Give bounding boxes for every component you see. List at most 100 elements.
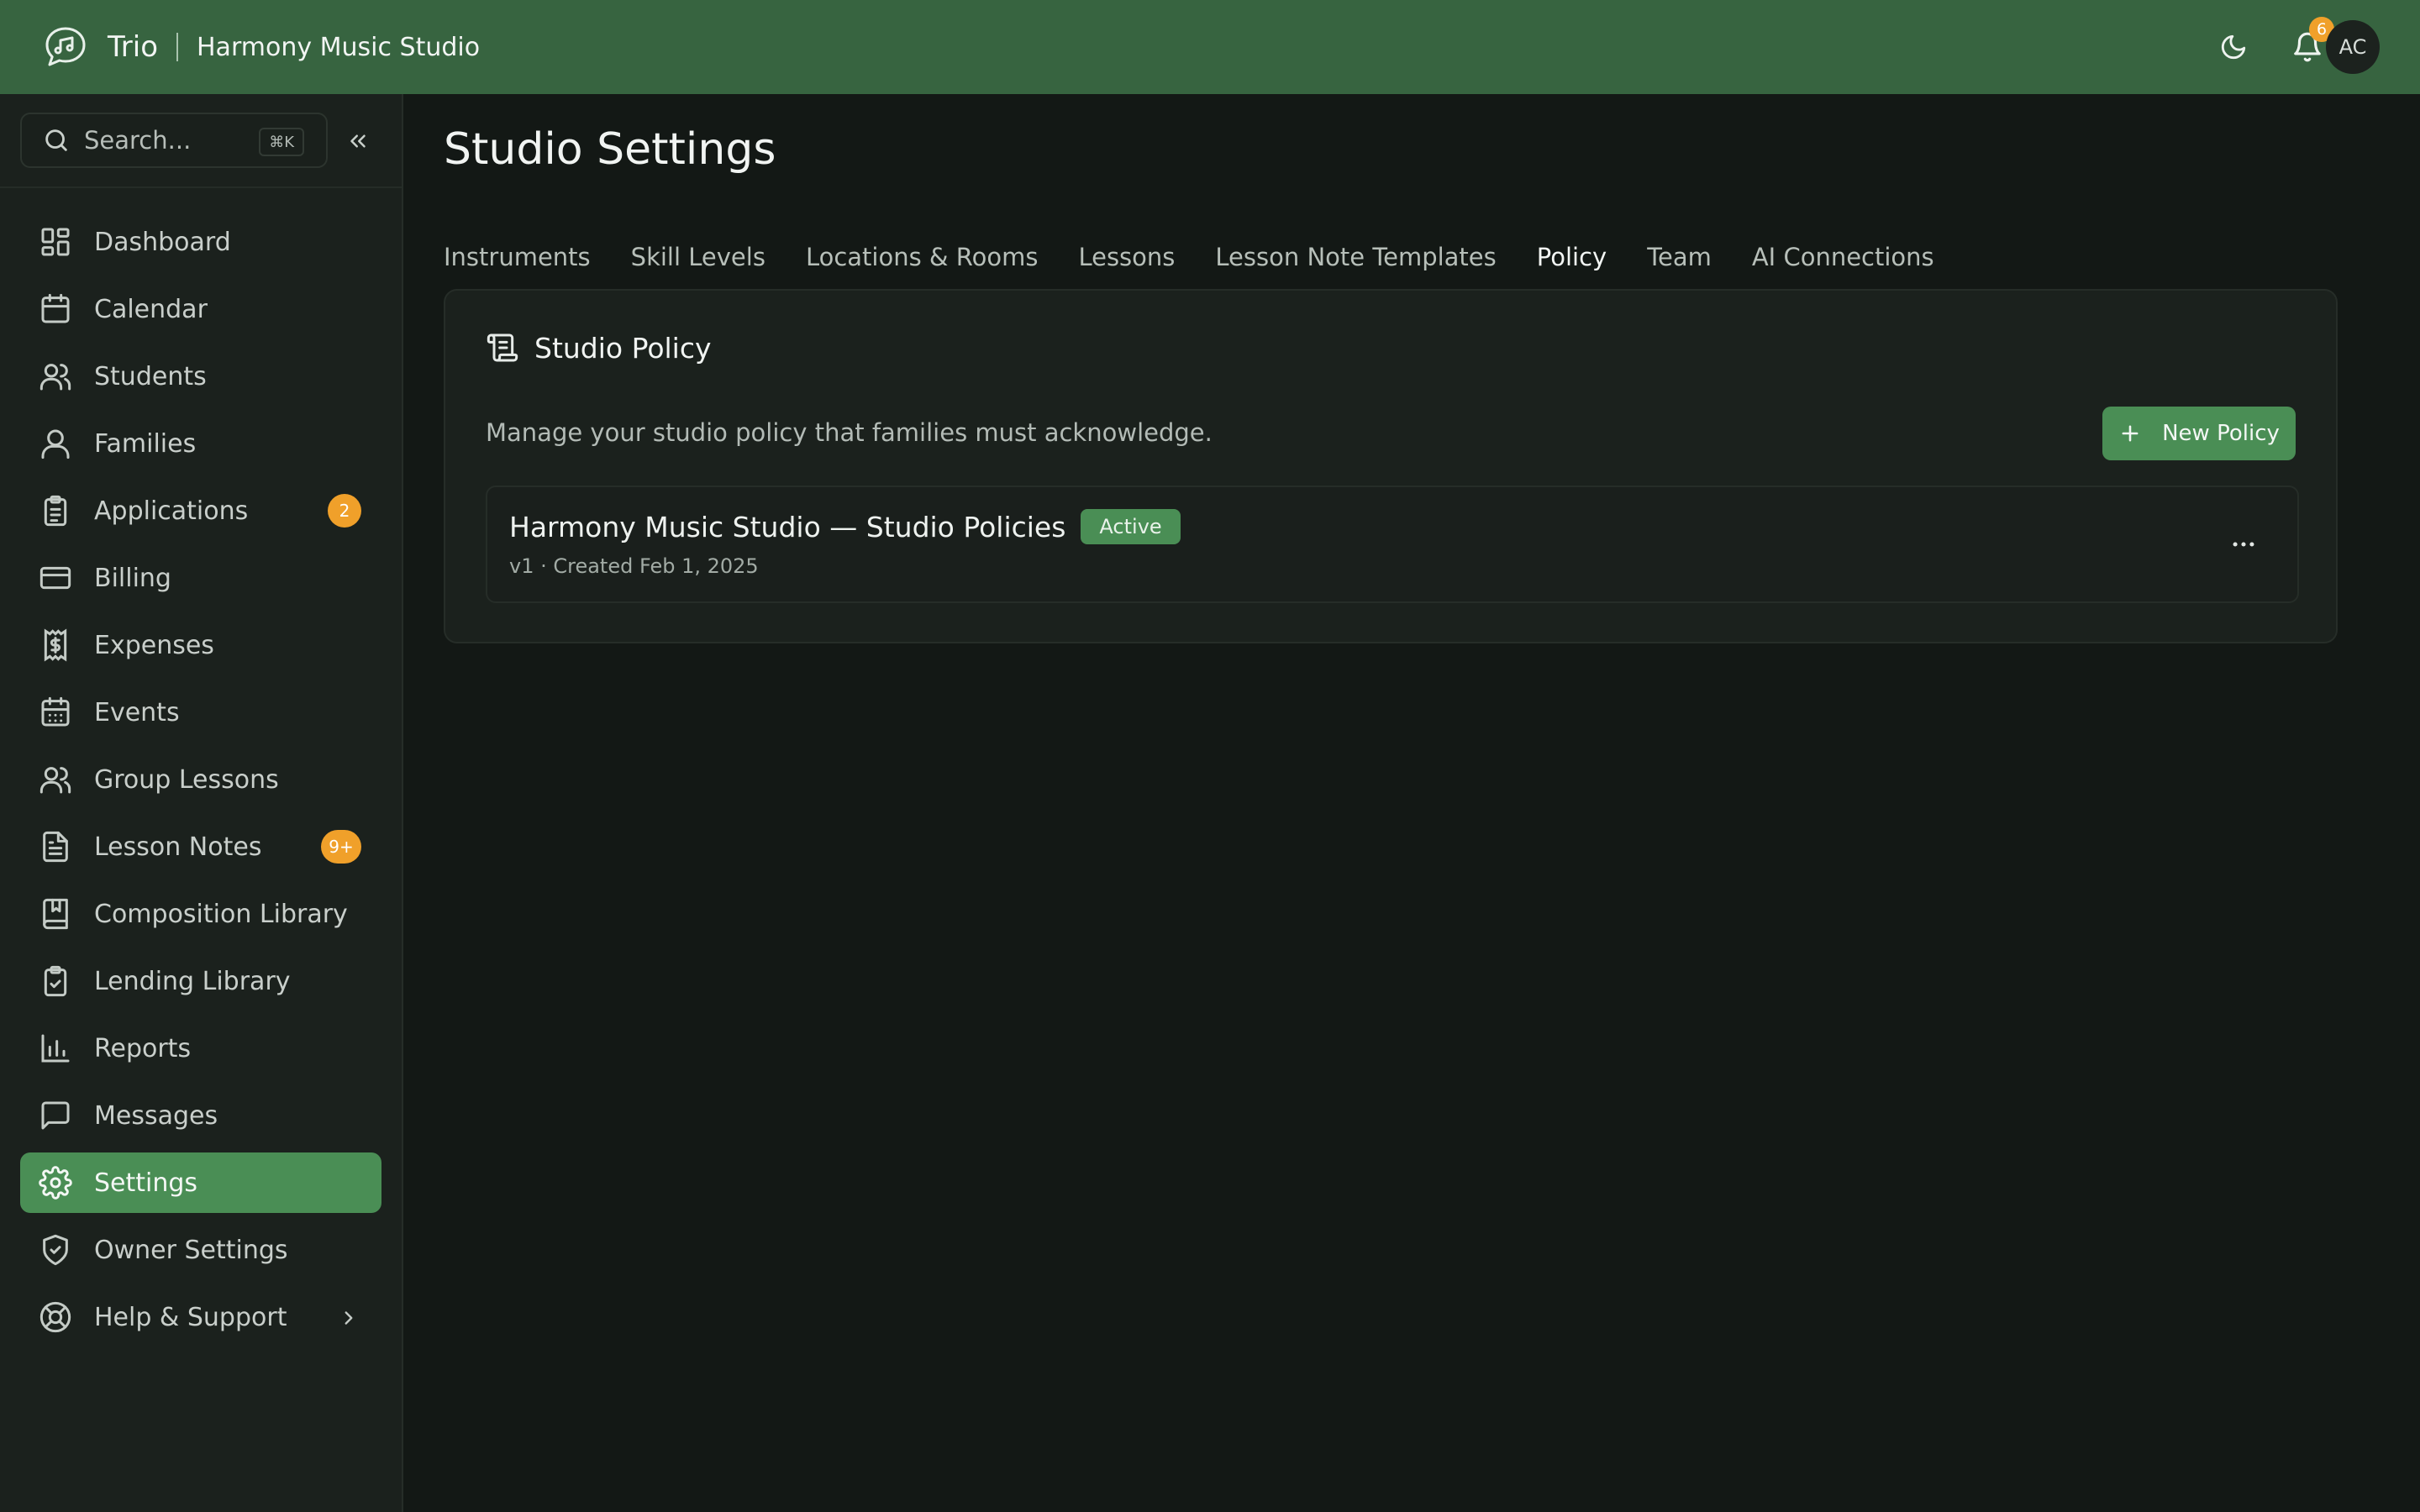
- search-shortcut-hint: ⌘K: [259, 128, 304, 156]
- chevron-right-icon: [338, 1307, 360, 1329]
- clipboard-check-icon: [39, 964, 72, 998]
- tab-policy[interactable]: Policy: [1517, 227, 1627, 287]
- sidebar-item-label: Group Lessons: [94, 764, 279, 795]
- sidebar-item-messages[interactable]: Messages: [20, 1085, 381, 1146]
- sidebar-item-label: Dashboard: [94, 227, 231, 257]
- tab-instruments[interactable]: Instruments: [444, 227, 611, 287]
- sidebar-item-dashboard[interactable]: Dashboard: [20, 212, 381, 272]
- sidebar-item-events[interactable]: Events: [20, 682, 381, 743]
- applications-count-badge: 2: [328, 494, 361, 528]
- tab-ai-connections[interactable]: AI Connections: [1732, 227, 1954, 287]
- sidebar-item-settings[interactable]: Settings: [20, 1152, 381, 1213]
- studio-name: Harmony Music Studio: [197, 32, 481, 62]
- sidebar-item-help-support[interactable]: Help & Support: [20, 1287, 381, 1347]
- sidebar-item-label: Reports: [94, 1033, 192, 1063]
- sidebar-item-label: Lending Library: [94, 966, 291, 996]
- families-icon: [39, 427, 72, 460]
- sidebar-item-label: Expenses: [94, 630, 214, 660]
- sidebar-nav: Dashboard Calendar Students Families App…: [20, 212, 381, 1354]
- sidebar-item-label: Composition Library: [94, 899, 348, 929]
- sidebar-item-label: Lesson Notes: [94, 832, 262, 862]
- sidebar-item-label: Events: [94, 697, 180, 727]
- shield-check-icon: [39, 1233, 72, 1267]
- page-title: Studio Settings: [444, 124, 776, 175]
- sidebar-item-label: Messages: [94, 1100, 218, 1131]
- sidebar-item-lending-library[interactable]: Lending Library: [20, 951, 381, 1011]
- new-policy-button[interactable]: New Policy: [2102, 407, 2296, 460]
- sidebar-item-label: Owner Settings: [94, 1235, 288, 1265]
- sidebar-item-label: Billing: [94, 563, 171, 593]
- search-box[interactable]: ⌘K: [20, 113, 328, 168]
- policy-list-item[interactable]: Harmony Music Studio — Studio Policies A…: [486, 486, 2299, 603]
- bar-chart-icon: [39, 1032, 72, 1065]
- app-name: Trio: [108, 30, 158, 64]
- lesson-notes-count-badge: 9+: [321, 830, 361, 864]
- brand-separator: [176, 33, 178, 61]
- notifications-button[interactable]: 6: [2287, 17, 2334, 67]
- status-badge: Active: [1081, 509, 1181, 544]
- lifebuoy-icon: [39, 1300, 72, 1334]
- new-policy-label: New Policy: [2162, 421, 2280, 446]
- sidebar-item-label: Settings: [94, 1168, 198, 1198]
- settings-tabs: Instruments Skill Levels Locations & Roo…: [444, 227, 1954, 287]
- chat-music-logo-icon: [42, 24, 89, 71]
- sidebar-item-families[interactable]: Families: [20, 413, 381, 474]
- sidebar-item-lesson-notes[interactable]: Lesson Notes 9+: [20, 816, 381, 877]
- sidebar: ⌘K Dashboard Calendar: [0, 94, 403, 1512]
- sidebar-item-students[interactable]: Students: [20, 346, 381, 407]
- sidebar-item-calendar[interactable]: Calendar: [20, 279, 381, 339]
- card-title: Studio Policy: [534, 331, 712, 365]
- sidebar-item-group-lessons[interactable]: Group Lessons: [20, 749, 381, 810]
- sidebar-search-row: ⌘K: [20, 113, 390, 171]
- dashboard-icon: [39, 225, 72, 259]
- policy-title-row: Harmony Music Studio — Studio Policies A…: [509, 509, 1181, 544]
- search-icon: [42, 126, 71, 155]
- chevrons-left-icon: [345, 129, 371, 154]
- calendar-icon: [39, 292, 72, 326]
- sidebar-item-label: Students: [94, 361, 207, 391]
- document-icon: [39, 830, 72, 864]
- sidebar-item-owner-settings[interactable]: Owner Settings: [20, 1220, 381, 1280]
- sidebar-item-billing[interactable]: Billing: [20, 548, 381, 608]
- calendar-grid-icon: [39, 696, 72, 729]
- main-content: Studio Settings Instruments Skill Levels…: [403, 94, 2420, 1512]
- brand[interactable]: Trio Harmony Music Studio: [42, 24, 480, 71]
- tab-locations-rooms[interactable]: Locations & Rooms: [786, 227, 1059, 287]
- plus-icon: [2118, 422, 2142, 445]
- receipt-icon: [39, 628, 72, 662]
- message-icon: [39, 1099, 72, 1132]
- theme-toggle-button[interactable]: [2213, 27, 2254, 67]
- sidebar-item-label: Families: [94, 428, 197, 459]
- card-header: Studio Policy: [486, 331, 712, 365]
- sidebar-item-composition-library[interactable]: Composition Library: [20, 884, 381, 944]
- credit-card-icon: [39, 561, 72, 595]
- sidebar-item-reports[interactable]: Reports: [20, 1018, 381, 1079]
- sidebar-item-label: Applications: [94, 496, 249, 526]
- moon-icon: [2219, 33, 2248, 61]
- tab-team[interactable]: Team: [1627, 227, 1732, 287]
- collapse-sidebar-button[interactable]: [339, 123, 376, 160]
- policy-actions-button[interactable]: [2225, 526, 2262, 563]
- sidebar-item-label: Calendar: [94, 294, 208, 324]
- search-input[interactable]: [84, 126, 252, 155]
- clipboard-icon: [39, 494, 72, 528]
- policy-meta: v1 · Created Feb 1, 2025: [509, 554, 759, 578]
- sidebar-divider: [0, 186, 402, 188]
- tab-skill-levels[interactable]: Skill Levels: [611, 227, 786, 287]
- group-icon: [39, 763, 72, 796]
- more-horizontal-icon: [2229, 530, 2258, 559]
- top-bar: Trio Harmony Music Studio 6 AC: [0, 0, 2420, 94]
- tab-lesson-note-templates[interactable]: Lesson Note Templates: [1195, 227, 1516, 287]
- book-icon: [39, 897, 72, 931]
- students-icon: [39, 360, 72, 393]
- tab-lessons[interactable]: Lessons: [1058, 227, 1195, 287]
- policy-name: Harmony Music Studio — Studio Policies: [509, 510, 1066, 543]
- sidebar-item-expenses[interactable]: Expenses: [20, 615, 381, 675]
- card-description: Manage your studio policy that families …: [486, 418, 1213, 447]
- sidebar-item-applications[interactable]: Applications 2: [20, 480, 381, 541]
- sidebar-item-label: Help & Support: [94, 1302, 287, 1332]
- studio-policy-card: Studio Policy Manage your studio policy …: [444, 289, 2338, 643]
- user-avatar[interactable]: AC: [2326, 20, 2380, 74]
- gear-icon: [39, 1166, 72, 1200]
- scroll-icon: [486, 331, 519, 365]
